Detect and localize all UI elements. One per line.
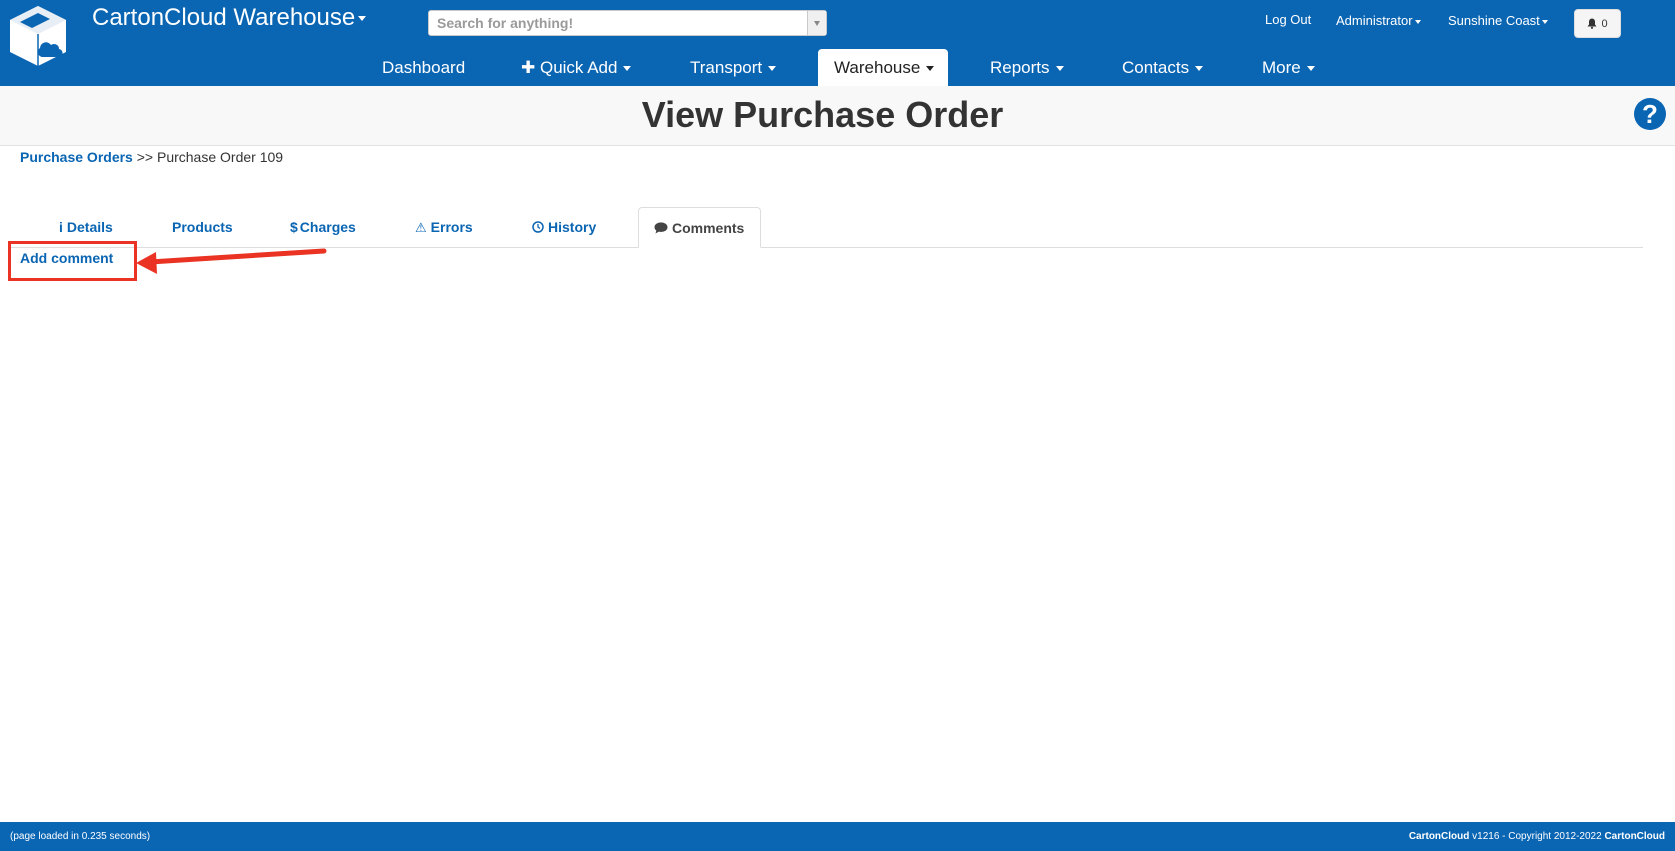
app-title-menu[interactable]: CartonCloud Warehouse xyxy=(92,4,367,32)
page-title: View Purchase Order xyxy=(641,94,1004,135)
tab-label: Errors xyxy=(430,219,473,235)
chevron-down-icon xyxy=(358,16,367,22)
nav-reports[interactable]: Reports xyxy=(974,49,1080,86)
user-menu-label: Administrator xyxy=(1336,13,1413,28)
tab-label: Products xyxy=(172,219,233,235)
nav-label: Quick Add xyxy=(539,58,618,77)
chevron-down-icon xyxy=(768,66,777,72)
app-title: CartonCloud Warehouse xyxy=(92,4,356,31)
logout-link[interactable]: Log Out xyxy=(1265,12,1311,27)
nav-label: More xyxy=(1262,58,1301,77)
page-load-time: (page loaded in 0.235 seconds) xyxy=(10,831,151,842)
nav-quick-add[interactable]: ✚ Quick Add xyxy=(505,49,647,86)
notifications-button[interactable]: 0 xyxy=(1574,9,1621,38)
footer-brand-2: CartonCloud xyxy=(1604,831,1665,842)
breadcrumb: Purchase Orders >> Purchase Order 109 xyxy=(20,149,283,165)
user-menu[interactable]: Administrator xyxy=(1336,13,1421,28)
comment-icon xyxy=(654,208,668,248)
nav-label: Reports xyxy=(990,58,1050,77)
chevron-down-icon xyxy=(926,66,935,72)
footer-brand: CartonCloud xyxy=(1408,831,1470,842)
nav-more[interactable]: More xyxy=(1246,49,1331,86)
chevron-down-icon xyxy=(623,66,632,72)
notification-count: 0 xyxy=(1601,17,1608,30)
nav-transport[interactable]: Transport xyxy=(674,49,792,86)
search-dropdown-button[interactable] xyxy=(807,11,826,35)
question-icon[interactable]: ? xyxy=(1634,98,1666,130)
cartoncloud-logo-icon[interactable] xyxy=(4,2,72,72)
clock-icon xyxy=(532,207,544,247)
warning-icon: ⚠ xyxy=(415,220,427,235)
nav-label: Transport xyxy=(690,58,763,77)
plus-icon: ✚ xyxy=(521,58,540,77)
breadcrumb-separator: >> xyxy=(136,149,154,165)
tab-label: History xyxy=(548,219,597,235)
tab-label: Details xyxy=(66,219,113,235)
breadcrumb-current: Purchase Order 109 xyxy=(156,149,284,165)
footer-copyright: CartonCloud v1216 - Copyright 2012-2022 … xyxy=(1409,822,1665,851)
location-menu-label: Sunshine Coast xyxy=(1448,13,1540,28)
tab-label: Comments xyxy=(672,220,745,236)
tab-history[interactable]: History xyxy=(517,207,611,248)
tab-comments[interactable]: Comments xyxy=(638,207,761,248)
tab-label: Charges xyxy=(299,219,356,235)
chevron-down-icon xyxy=(1541,19,1548,24)
annotation-arrow-icon xyxy=(136,248,327,274)
page-footer: (page loaded in 0.235 seconds) CartonClo… xyxy=(0,822,1675,851)
chevron-down-icon xyxy=(1306,66,1315,72)
chevron-down-icon xyxy=(1055,66,1064,72)
nav-label: Contacts xyxy=(1122,58,1190,77)
nav-dashboard[interactable]: Dashboard xyxy=(366,49,481,86)
tab-errors[interactable]: ⚠ Errors xyxy=(400,207,488,248)
nav-label: Dashboard xyxy=(382,58,466,77)
search-input[interactable] xyxy=(429,11,807,35)
breadcrumb-purchase-orders-link[interactable]: Purchase Orders xyxy=(20,149,133,165)
location-menu[interactable]: Sunshine Coast xyxy=(1448,13,1548,28)
global-search[interactable] xyxy=(428,10,827,36)
footer-version: v1216 - Copyright 2012-2022 xyxy=(1472,831,1602,842)
chevron-down-icon xyxy=(814,20,820,26)
nav-warehouse[interactable]: Warehouse xyxy=(818,49,948,86)
chevron-down-icon xyxy=(1195,66,1204,72)
chevron-down-icon xyxy=(1414,19,1421,24)
nav-contacts[interactable]: Contacts xyxy=(1106,49,1219,86)
nav-label: Warehouse xyxy=(834,58,921,77)
bell-icon xyxy=(1587,18,1597,29)
annotation-highlight-box xyxy=(8,241,137,281)
